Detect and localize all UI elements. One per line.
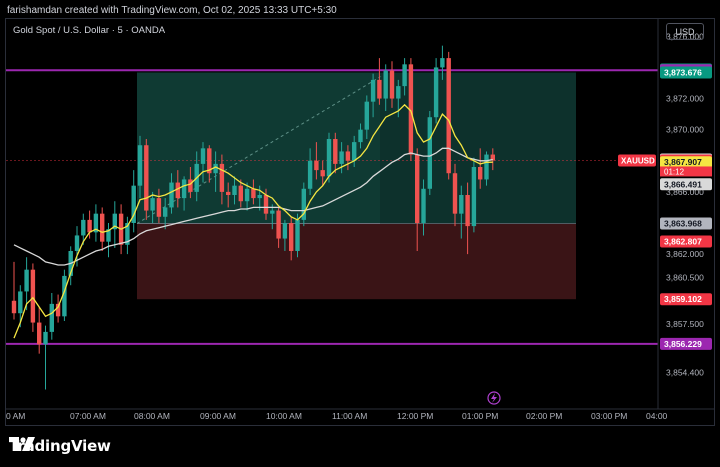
credit-line: farishamdan created with TradingView.com… [7, 5, 337, 16]
tradingview-logo[interactable]: TradingView [9, 437, 111, 455]
candle-body [11, 300, 17, 314]
price-label-text: 3,863.968 [664, 218, 702, 228]
candle-body [339, 151, 344, 164]
candle-body [232, 185, 237, 195]
time-tick-label: 0 AM [6, 411, 25, 421]
candle-body [144, 145, 149, 211]
candle-body [402, 64, 407, 87]
candle-body [270, 210, 275, 214]
price-tick-label: 3,870.000 [666, 125, 704, 135]
candle-body [43, 331, 48, 345]
candle-body [169, 182, 174, 208]
candle-body [244, 188, 250, 202]
candle-body [251, 188, 256, 199]
candle-body [81, 219, 86, 236]
candle-body [74, 235, 80, 251]
candle-body [307, 160, 313, 189]
time-tick-label: 12:00 PM [397, 411, 433, 421]
candle-body [333, 139, 338, 164]
time-tick-label: 09:00 AM [200, 411, 236, 421]
countdown-text: 01:12 [664, 167, 685, 176]
candle-body [446, 58, 451, 174]
candle-body [358, 129, 363, 143]
candle-body [433, 67, 439, 118]
candlestick-chart[interactable]: 3,876.0003,874.0003,872.0003,870.0003,86… [6, 19, 714, 425]
candle-body [137, 145, 143, 186]
candle-body [213, 163, 218, 174]
candle-body [427, 117, 432, 189]
candle-body [37, 322, 42, 345]
candle-body [289, 223, 294, 251]
candle-body [478, 167, 483, 180]
time-tick-label: 08:00 AM [134, 411, 170, 421]
candle-body [352, 142, 357, 161]
tradingview-logo-icon [9, 437, 35, 451]
price-tick-label: 3,854.400 [666, 367, 704, 377]
candle-body [320, 170, 325, 177]
candle-body [156, 198, 162, 217]
time-tick-label: 04:00 [646, 411, 668, 421]
price-label-text: 3,859.102 [664, 294, 702, 304]
candle-body [87, 219, 92, 233]
price-label-text: 3,856.229 [664, 339, 702, 349]
candle-body [459, 195, 464, 214]
candle-body [389, 70, 395, 99]
price-tick-label: 3,872.000 [666, 94, 704, 104]
candle-body [150, 198, 155, 211]
time-tick-label: 01:00 PM [462, 411, 498, 421]
currency-button[interactable]: USD [666, 23, 704, 40]
candle-body [30, 269, 36, 323]
time-tick-label: 07:00 AM [70, 411, 106, 421]
symbol-title[interactable]: Gold Spot / U.S. Dollar · 5 · OANDA [13, 25, 165, 36]
candle-body [226, 191, 231, 195]
candle-body [471, 167, 477, 227]
time-tick-label: 11:00 AM [332, 411, 367, 421]
candle-body [440, 58, 445, 68]
candle-body [452, 173, 458, 214]
candle-body [18, 291, 23, 314]
time-tick-label: 10:00 AM [266, 411, 302, 421]
candle-body [465, 195, 470, 227]
price-label-text: 3,866.491 [664, 179, 702, 189]
symbol-tag-text: XAUUSD [621, 156, 655, 165]
candle-body [200, 148, 206, 164]
candle-body [295, 219, 300, 251]
candle-body [314, 160, 319, 171]
price-label-text: 3,862.807 [664, 237, 702, 247]
candle-body [175, 182, 180, 199]
position-loss-zone [137, 223, 576, 300]
candle-body [163, 207, 168, 217]
candle-body [421, 188, 426, 223]
candle-body [24, 269, 29, 292]
candle-body [276, 210, 281, 239]
candle-body [364, 101, 369, 130]
candle-body [257, 195, 262, 199]
candle-body [181, 179, 187, 199]
price-label-text: 3,873.676 [664, 67, 702, 77]
candle-body [345, 151, 351, 161]
price-tick-label: 3,857.500 [666, 319, 704, 329]
candle-body [484, 154, 489, 180]
price-tick-label: 3,862.000 [666, 249, 704, 259]
price-tick-label: 3,860.500 [666, 272, 704, 282]
candle-body [100, 213, 105, 242]
candle-body [188, 179, 193, 192]
time-tick-label: 03:00 PM [591, 411, 627, 421]
candle-body [377, 79, 382, 99]
candle-body [415, 154, 420, 223]
time-tick-label: 02:00 PM [526, 411, 562, 421]
screenshot-frame: farishamdan created with TradingView.com… [0, 0, 720, 467]
candle-body [49, 303, 54, 332]
chart-panel[interactable]: 3,876.0003,874.0003,872.0003,870.0003,86… [5, 18, 715, 426]
candle-body [396, 86, 401, 99]
candle-body [370, 79, 376, 102]
candle-body [219, 163, 225, 192]
candle-body [263, 195, 269, 214]
candle-body [238, 185, 243, 202]
lightning-icon [487, 391, 501, 405]
candle-body [326, 139, 332, 177]
candle-body [383, 70, 388, 99]
candle-body [282, 223, 288, 239]
price-label-text: 3,867.907 [664, 157, 702, 167]
